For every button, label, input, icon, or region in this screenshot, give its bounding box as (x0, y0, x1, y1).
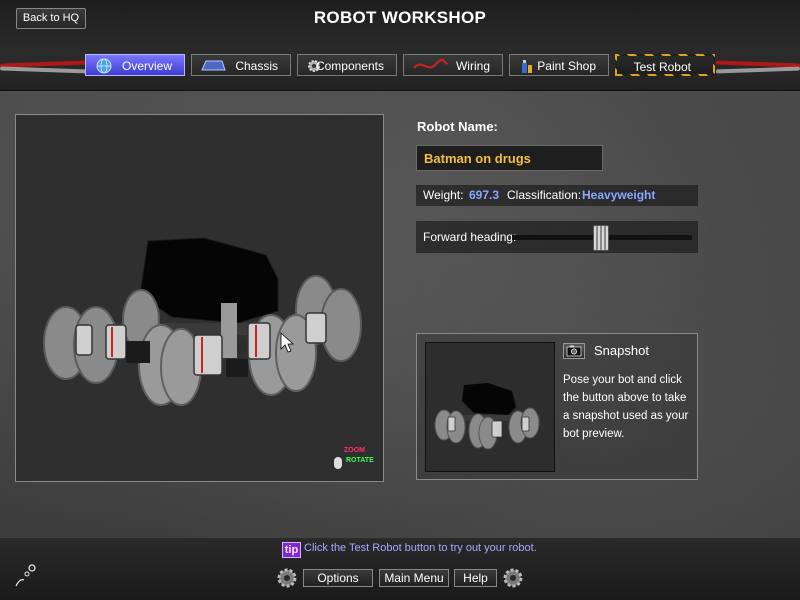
tab-components[interactable]: Components (297, 54, 397, 76)
tip-text: Click the Test Robot button to try out y… (304, 542, 537, 554)
cable-grey-right (715, 66, 800, 74)
options-button[interactable]: Options (303, 569, 373, 587)
tip-badge: tip (282, 542, 301, 558)
tab-test-robot[interactable]: Test Robot (615, 54, 715, 76)
classification-value: Heavyweight (582, 188, 656, 202)
tab-paint-shop[interactable]: Paint Shop (509, 54, 609, 76)
robot-stats-bar: Weight: 697.3 Classification: Heavyweigh… (416, 185, 698, 206)
snapshot-preview-image (425, 342, 555, 472)
gear-icon (503, 568, 523, 588)
main-menu-button[interactable]: Main Menu (379, 569, 449, 587)
zoom-rotate-hint: ZOOM ROTATE (334, 447, 380, 475)
wire-icon (413, 58, 448, 69)
chassis-icon (201, 60, 226, 71)
robot-model (43, 237, 362, 406)
forward-heading-label: Forward heading: (423, 230, 517, 244)
weight-value: 697.3 (469, 188, 500, 202)
forward-heading-control: Forward heading: (416, 221, 698, 253)
weight-label: Weight: (423, 188, 464, 202)
snapshot-title: Snapshot (594, 343, 649, 358)
spray-can-icon (522, 60, 532, 73)
robot-preview-thumbnail (434, 383, 540, 450)
tab-overview[interactable]: Overview (85, 54, 185, 76)
tab-label: Components (315, 59, 384, 73)
robot-3d-viewport[interactable]: ZOOM ROTATE (15, 114, 384, 482)
tab-label: Overview (121, 59, 172, 73)
robot-name-input[interactable] (416, 145, 603, 171)
globe-icon (96, 58, 112, 74)
tab-label: Test Robot (633, 60, 691, 74)
camera-icon (566, 345, 582, 357)
snapshot-panel: Snapshot Pose your bot and click the but… (416, 333, 698, 480)
fps-dots-icon (15, 564, 36, 587)
cable-grey-left (0, 66, 91, 74)
workshop-header: Back to HQ ROBOT WORKSHOP Overview Chass… (0, 0, 800, 91)
zoom-hint-label: ZOOM (344, 447, 365, 454)
gear-icon (277, 568, 297, 588)
forward-heading-slider[interactable] (512, 225, 692, 251)
help-button[interactable]: Help (454, 569, 497, 587)
tab-chassis[interactable]: Chassis (191, 54, 291, 76)
snapshot-camera-button[interactable] (563, 343, 585, 359)
tab-wiring[interactable]: Wiring (403, 54, 503, 76)
robot-name-label: Robot Name: (417, 119, 498, 134)
page-title: ROBOT WORKSHOP (313, 8, 487, 27)
mouse-icon (334, 457, 342, 469)
tab-label: Paint Shop (537, 59, 596, 73)
tab-label: Wiring (455, 59, 490, 73)
back-to-hq-button[interactable]: Back to HQ (16, 8, 86, 29)
forward-heading-slider-thumb[interactable] (593, 225, 610, 251)
rotate-hint-label: ROTATE (346, 457, 374, 464)
footer-bar: tip Click the Test Robot button to try o… (0, 538, 800, 600)
snapshot-description: Pose your bot and click the button above… (563, 374, 689, 440)
classification-label: Classification: (507, 188, 582, 202)
tab-label: Chassis (235, 59, 278, 73)
